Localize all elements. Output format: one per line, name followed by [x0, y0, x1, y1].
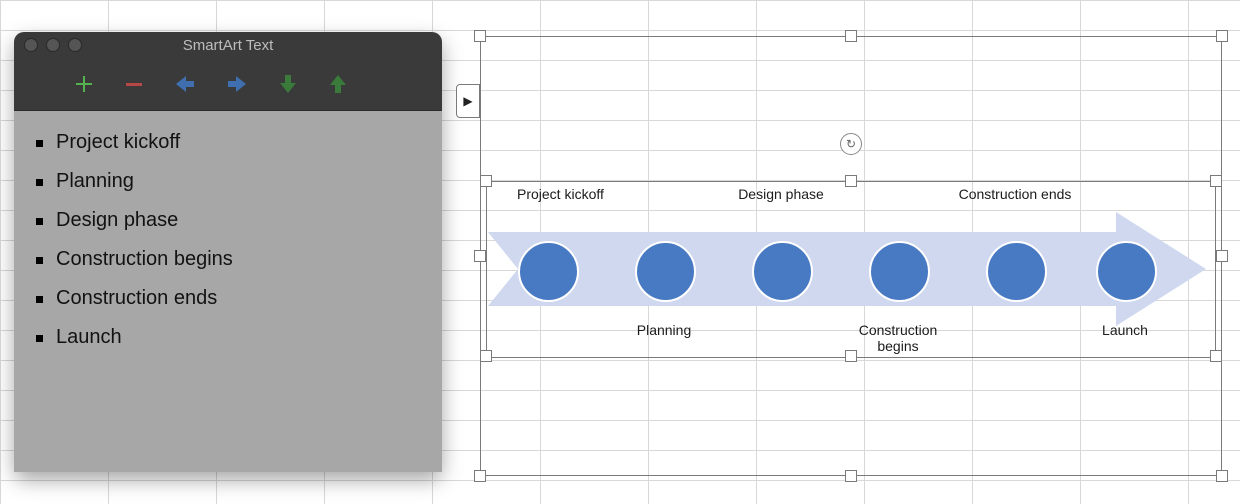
timeline-label: Project kickoff [517, 186, 637, 202]
smartart-graphic[interactable]: ▶ ↻ Project kickoff Design phase Constru… [480, 36, 1222, 476]
selection-handle[interactable] [1216, 30, 1228, 42]
list-item[interactable]: Launch [32, 318, 424, 357]
timeline-node[interactable] [635, 241, 696, 302]
selection-handle[interactable] [480, 175, 492, 187]
selection-handle[interactable] [845, 175, 857, 187]
timeline-label: Construction ends [955, 186, 1075, 202]
panel-list[interactable]: Project kickoff Planning Design phase Co… [14, 111, 442, 472]
list-item[interactable]: Planning [32, 162, 424, 201]
selection-handle[interactable] [474, 470, 486, 482]
arrow-right-icon[interactable] [226, 74, 248, 94]
arrow-left-icon[interactable] [174, 74, 196, 94]
list-item[interactable]: Construction begins [32, 240, 424, 279]
remove-icon[interactable] [124, 74, 144, 94]
selection-handle[interactable] [845, 470, 857, 482]
zoom-icon[interactable] [68, 38, 82, 52]
list-item[interactable]: Project kickoff [32, 123, 424, 162]
list-item[interactable]: Design phase [32, 201, 424, 240]
selection-handle[interactable] [474, 30, 486, 42]
window-controls[interactable] [24, 38, 82, 52]
minimize-icon[interactable] [46, 38, 60, 52]
rotate-handle[interactable]: ↻ [840, 133, 862, 155]
timeline-node[interactable] [518, 241, 579, 302]
timeline-node[interactable] [869, 241, 930, 302]
panel-titlebar[interactable]: SmartArt Text [14, 32, 442, 58]
smartart-text-panel[interactable]: SmartArt Text Project kickoff Planning D… [14, 32, 442, 472]
selection-handle[interactable] [1216, 470, 1228, 482]
selection-handle[interactable] [480, 350, 492, 362]
selection-handle[interactable] [1210, 350, 1222, 362]
timeline-node[interactable] [752, 241, 813, 302]
panel-toolbar [14, 58, 442, 111]
selection-handle[interactable] [1210, 175, 1222, 187]
timeline-label: Planning [604, 322, 724, 338]
selection-handle[interactable] [1216, 250, 1228, 262]
text-pane-toggle[interactable]: ▶ [456, 84, 480, 118]
list-item[interactable]: Construction ends [32, 279, 424, 318]
timeline-node[interactable] [1096, 241, 1157, 302]
timeline-node[interactable] [986, 241, 1047, 302]
timeline-label: Launch [1065, 322, 1185, 338]
selection-handle[interactable] [474, 250, 486, 262]
add-icon[interactable] [74, 74, 94, 94]
arrow-up-icon[interactable] [328, 73, 348, 95]
timeline-label: Design phase [721, 186, 841, 202]
selection-handle[interactable] [845, 30, 857, 42]
close-icon[interactable] [24, 38, 38, 52]
arrow-down-icon[interactable] [278, 73, 298, 95]
selection-handle[interactable] [845, 350, 857, 362]
